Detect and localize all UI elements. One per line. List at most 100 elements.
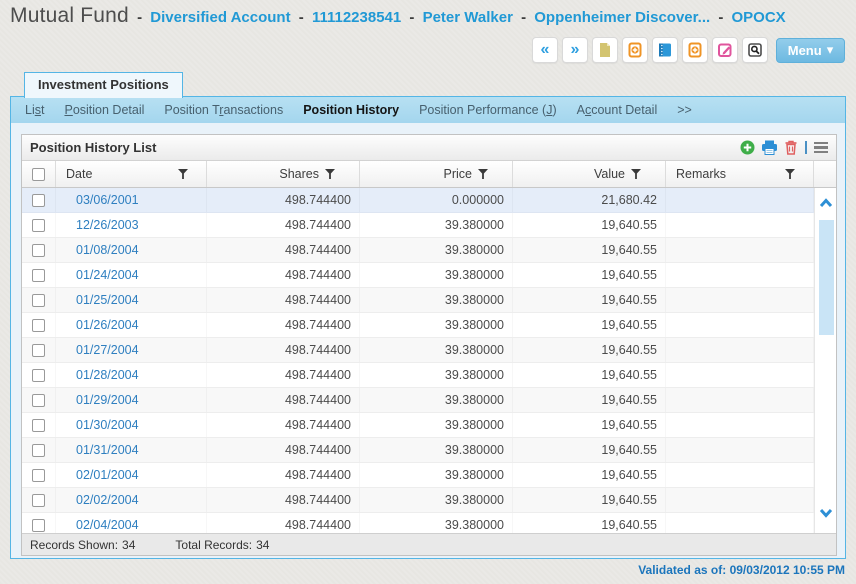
chevron-down-icon: ▾ <box>827 42 834 58</box>
header-link-1[interactable]: 11112238541 <box>312 9 401 26</box>
vertical-scrollbar[interactable] <box>814 188 836 533</box>
table-row[interactable]: 01/28/2004 498.744400 39.380000 19,640.5… <box>22 363 836 388</box>
date-link[interactable]: 01/26/2004 <box>76 318 139 332</box>
date-link[interactable]: 01/25/2004 <box>76 293 139 307</box>
date-link[interactable]: 03/06/2001 <box>76 193 139 207</box>
row-checkbox[interactable] <box>32 519 45 532</box>
notebook-button[interactable] <box>652 37 678 63</box>
filter-icon[interactable] <box>478 169 488 179</box>
subtab-position-transactions[interactable]: Position Transactions <box>164 103 283 117</box>
date-link[interactable]: 02/02/2004 <box>76 493 139 507</box>
divider <box>805 141 807 154</box>
row-checkbox[interactable] <box>32 494 45 507</box>
scroll-up-icon[interactable] <box>818 197 834 209</box>
table-row[interactable]: 02/04/2004 498.744400 39.380000 19,640.5… <box>22 513 836 533</box>
table-row[interactable]: 12/26/2003 498.744400 39.380000 19,640.5… <box>22 213 836 238</box>
column-chooser-icon <box>814 142 828 145</box>
tab-investment-positions[interactable]: Investment Positions <box>24 72 183 98</box>
table-row[interactable]: 01/29/2004 498.744400 39.380000 19,640.5… <box>22 388 836 413</box>
row-checkbox[interactable] <box>32 219 45 232</box>
row-checkbox[interactable] <box>32 244 45 257</box>
column-header-shares[interactable]: Shares <box>207 161 360 187</box>
table-row[interactable]: 01/31/2004 498.744400 39.380000 19,640.5… <box>22 438 836 463</box>
subtab-account-detail[interactable]: Account Detail <box>577 103 658 117</box>
date-link[interactable]: 01/28/2004 <box>76 368 139 382</box>
shares-cell: 498.744400 <box>207 288 360 312</box>
column-header-remarks[interactable]: Remarks <box>666 161 814 187</box>
shares-cell: 498.744400 <box>207 488 360 512</box>
price-cell: 39.380000 <box>360 413 513 437</box>
row-checkbox[interactable] <box>32 194 45 207</box>
price-cell: 39.380000 <box>360 513 513 533</box>
column-header-date[interactable]: Date <box>56 161 207 187</box>
column-header-price[interactable]: Price <box>360 161 513 187</box>
scrollbar-thumb[interactable] <box>819 220 834 335</box>
table-row[interactable]: 02/02/2004 498.744400 39.380000 19,640.5… <box>22 488 836 513</box>
row-checkbox[interactable] <box>32 419 45 432</box>
table-row[interactable]: 03/06/2001 498.744400 0.000000 21,680.42 <box>22 188 836 213</box>
add-record-button[interactable] <box>682 37 708 63</box>
date-link[interactable]: 02/01/2004 <box>76 468 139 482</box>
subtab-[interactable]: >> <box>677 103 692 117</box>
price-cell: 39.380000 <box>360 313 513 337</box>
value-cell: 19,640.55 <box>513 413 666 437</box>
subtab-list[interactable]: List <box>25 103 44 117</box>
column-chooser-button[interactable] <box>814 142 828 154</box>
row-checkbox[interactable] <box>32 444 45 457</box>
header-link-3[interactable]: Oppenheimer Discover... <box>534 9 710 26</box>
table-row[interactable]: 01/27/2004 498.744400 39.380000 19,640.5… <box>22 338 836 363</box>
scroll-down-icon[interactable] <box>818 507 834 519</box>
column-header-value[interactable]: Value <box>513 161 666 187</box>
row-checkbox[interactable] <box>32 344 45 357</box>
shares-cell: 498.744400 <box>207 188 360 212</box>
header-link-4[interactable]: OPOCX <box>732 9 786 26</box>
filter-icon[interactable] <box>785 169 795 179</box>
table-row[interactable]: 01/26/2004 498.744400 39.380000 19,640.5… <box>22 313 836 338</box>
value-cell: 19,640.55 <box>513 313 666 337</box>
header-link-2[interactable]: Peter Walker <box>423 9 513 26</box>
edit-icon <box>717 42 733 58</box>
add-document-button[interactable] <box>622 37 648 63</box>
delete-button[interactable] <box>784 140 798 155</box>
row-checkbox[interactable] <box>32 369 45 382</box>
print-button[interactable] <box>761 140 778 155</box>
date-link[interactable]: 01/30/2004 <box>76 418 139 432</box>
row-checkbox[interactable] <box>32 269 45 282</box>
date-link[interactable]: 12/26/2003 <box>76 218 139 232</box>
row-checkbox[interactable] <box>32 319 45 332</box>
filter-icon[interactable] <box>178 169 188 179</box>
row-checkbox[interactable] <box>32 294 45 307</box>
subtab-position-performance-j[interactable]: Position Performance (J) <box>419 103 557 117</box>
date-link[interactable]: 01/24/2004 <box>76 268 139 282</box>
table-row[interactable]: 01/30/2004 498.744400 39.380000 19,640.5… <box>22 413 836 438</box>
select-all-checkbox[interactable] <box>32 168 45 181</box>
date-link[interactable]: 02/04/2004 <box>76 518 139 532</box>
forward-button[interactable]: » <box>562 37 588 63</box>
date-link[interactable]: 01/29/2004 <box>76 393 139 407</box>
table-row[interactable]: 01/25/2004 498.744400 39.380000 19,640.5… <box>22 288 836 313</box>
date-link[interactable]: 01/27/2004 <box>76 343 139 357</box>
backward-button[interactable]: « <box>532 37 558 63</box>
value-cell: 19,640.55 <box>513 363 666 387</box>
search-button[interactable] <box>742 37 768 63</box>
edit-button[interactable] <box>712 37 738 63</box>
row-checkbox[interactable] <box>32 469 45 482</box>
date-link[interactable]: 01/08/2004 <box>76 243 139 257</box>
date-link[interactable]: 01/31/2004 <box>76 443 139 457</box>
table-row[interactable]: 01/24/2004 498.744400 39.380000 19,640.5… <box>22 263 836 288</box>
value-cell: 21,680.42 <box>513 188 666 212</box>
table-row[interactable]: 01/08/2004 498.744400 39.380000 19,640.5… <box>22 238 836 263</box>
records-footer: Records Shown: 34 Total Records: 34 <box>22 533 836 555</box>
header-link-0[interactable]: Diversified Account <box>150 9 290 26</box>
menu-button[interactable]: Menu ▾ <box>776 38 845 63</box>
document-button[interactable] <box>592 37 618 63</box>
table-row[interactable]: 02/01/2004 498.744400 39.380000 19,640.5… <box>22 463 836 488</box>
subtab-position-detail[interactable]: Position Detail <box>64 103 144 117</box>
position-history-grid: Position History List <box>21 134 837 556</box>
add-button[interactable] <box>740 140 755 155</box>
row-checkbox[interactable] <box>32 394 45 407</box>
value-cell: 19,640.55 <box>513 238 666 262</box>
filter-icon[interactable] <box>325 169 335 179</box>
filter-icon[interactable] <box>631 169 641 179</box>
subtab-position-history[interactable]: Position History <box>303 103 399 117</box>
